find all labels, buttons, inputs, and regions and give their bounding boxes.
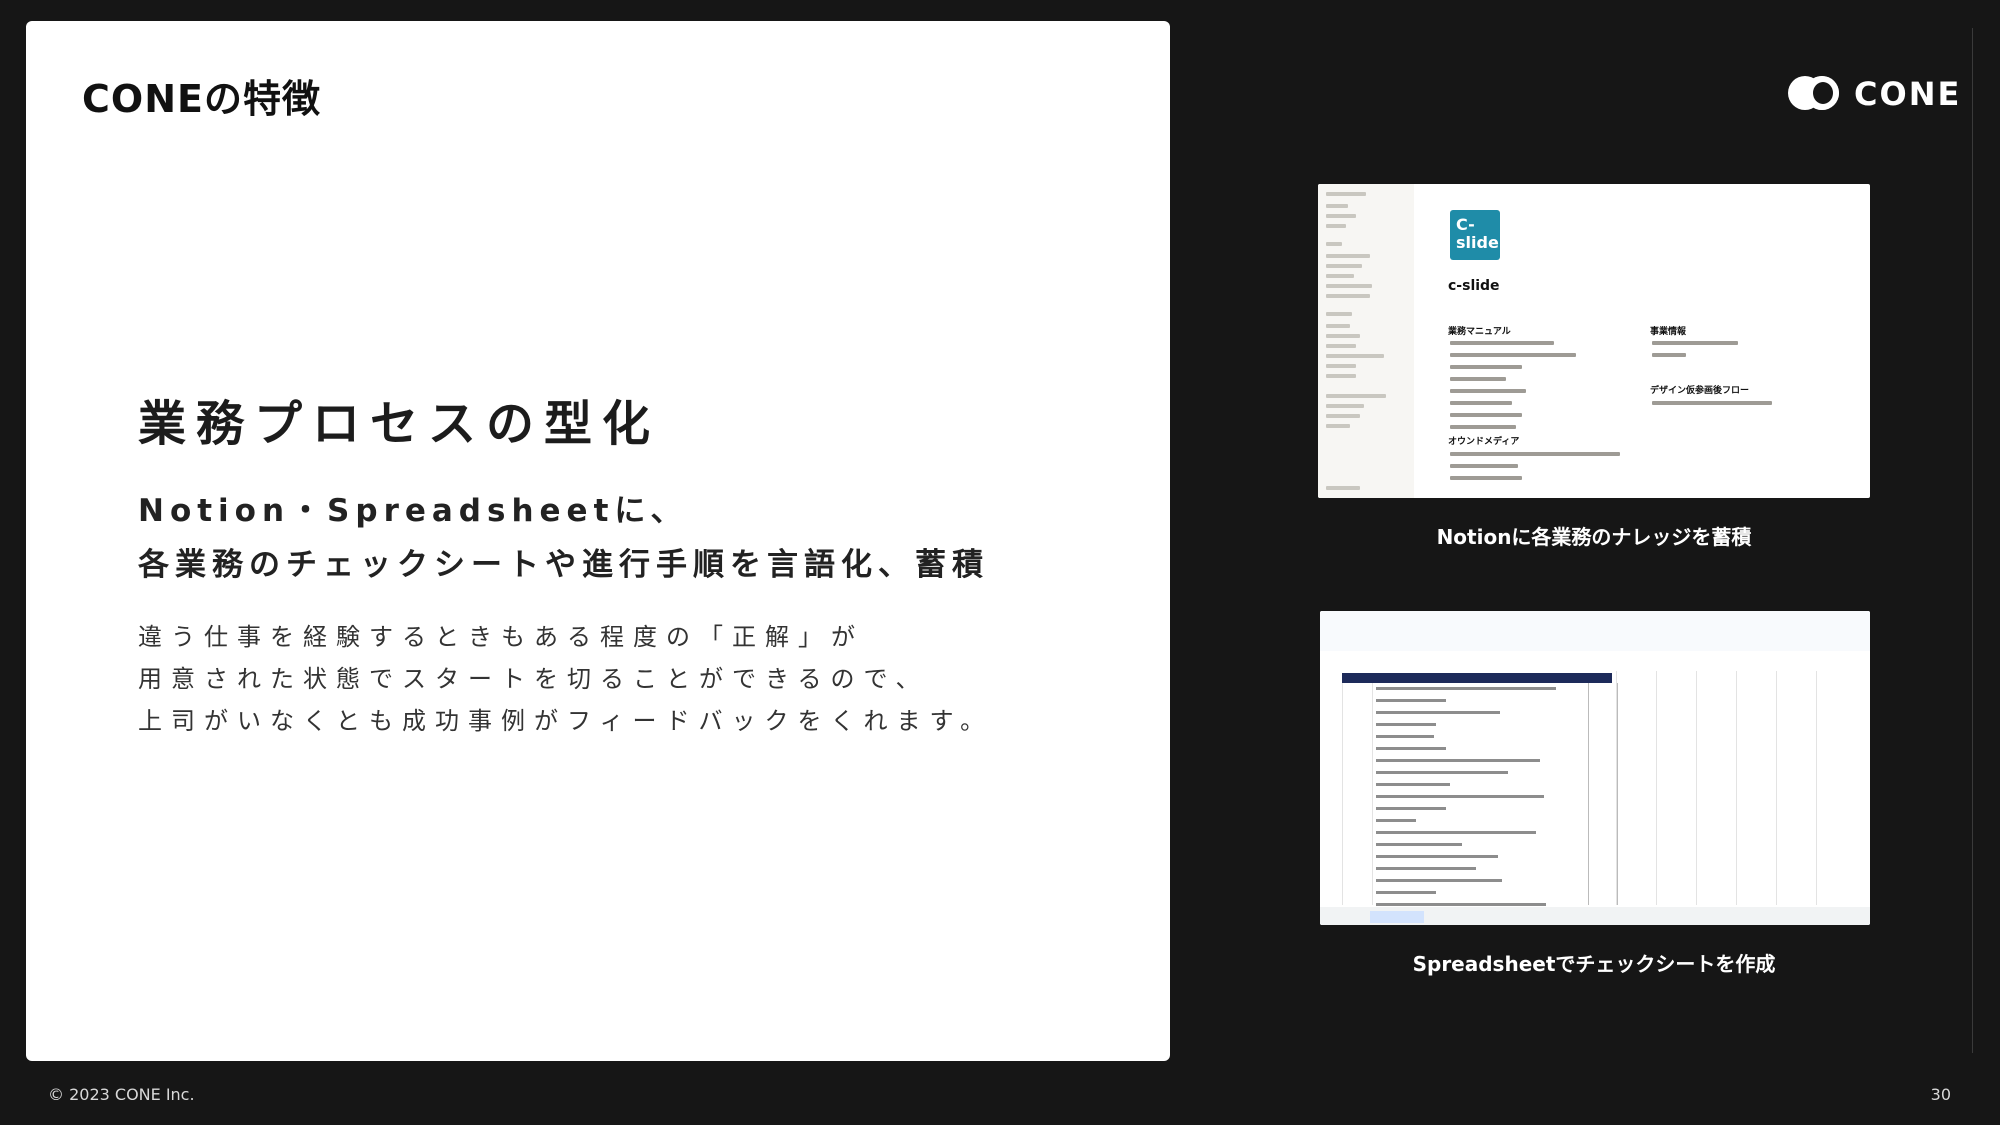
brand-name: CONE [1854,75,1962,113]
notion-page-title: c-slide [1448,278,1500,294]
notion-section-heading: デザイン仮参画後フロー [1650,386,1750,396]
slide-title: CONEの特徴 [82,77,321,121]
notion-screenshot: C-slide c-slide 業務マニュアル オウンドメディア 事業情報 デザ… [1318,184,1870,498]
notion-caption: Notionに各業務のナレッジを蓄積 [1436,525,1752,549]
vertical-divider [1972,28,1973,1053]
notion-section-heading: 業務マニュアル [1448,327,1511,337]
body-line: 違う仕事を経験するときもある程度の「正解」が [138,623,864,651]
spreadsheet-screenshot [1320,611,1870,925]
subheading: Notion・Spreadsheetに、 各業務のチェックシートや進行手順を言語… [138,484,1138,592]
subheading-line: Notion・Spreadsheetに、 [138,493,688,529]
body-line: 上司がいなくとも成功事例がフィードバックをくれます。 [138,707,994,735]
spreadsheet-toolbar [1320,611,1870,651]
spreadsheet-header-row [1342,673,1612,683]
cone-logo-icon [1788,76,1842,112]
check-column [1588,683,1618,905]
copyright: © 2023 CONE Inc. [48,1085,195,1104]
section-heading: 業務プロセスの型化 [138,396,661,452]
sheet-tab[interactable] [1370,911,1424,923]
notion-page-logo: C-slide [1450,210,1500,260]
notion-section-heading: オウンドメディア [1448,437,1520,447]
spreadsheet-caption: Spreadsheetでチェックシートを作成 [1412,952,1776,976]
notion-sidebar [1318,184,1414,498]
brand-logo: CONE [1788,74,1961,114]
subheading-line: 各業務のチェックシートや進行手順を言語化、蓄積 [138,547,989,583]
body-line: 用意された状態でスタートを切ることができるので、 [138,665,929,693]
page-number: 30 [1930,1085,1951,1104]
notion-section-heading: 事業情報 [1650,327,1687,337]
body-text: 違う仕事を経験するときもある程度の「正解」が 用意された状態でスタートを切ること… [138,616,1138,742]
